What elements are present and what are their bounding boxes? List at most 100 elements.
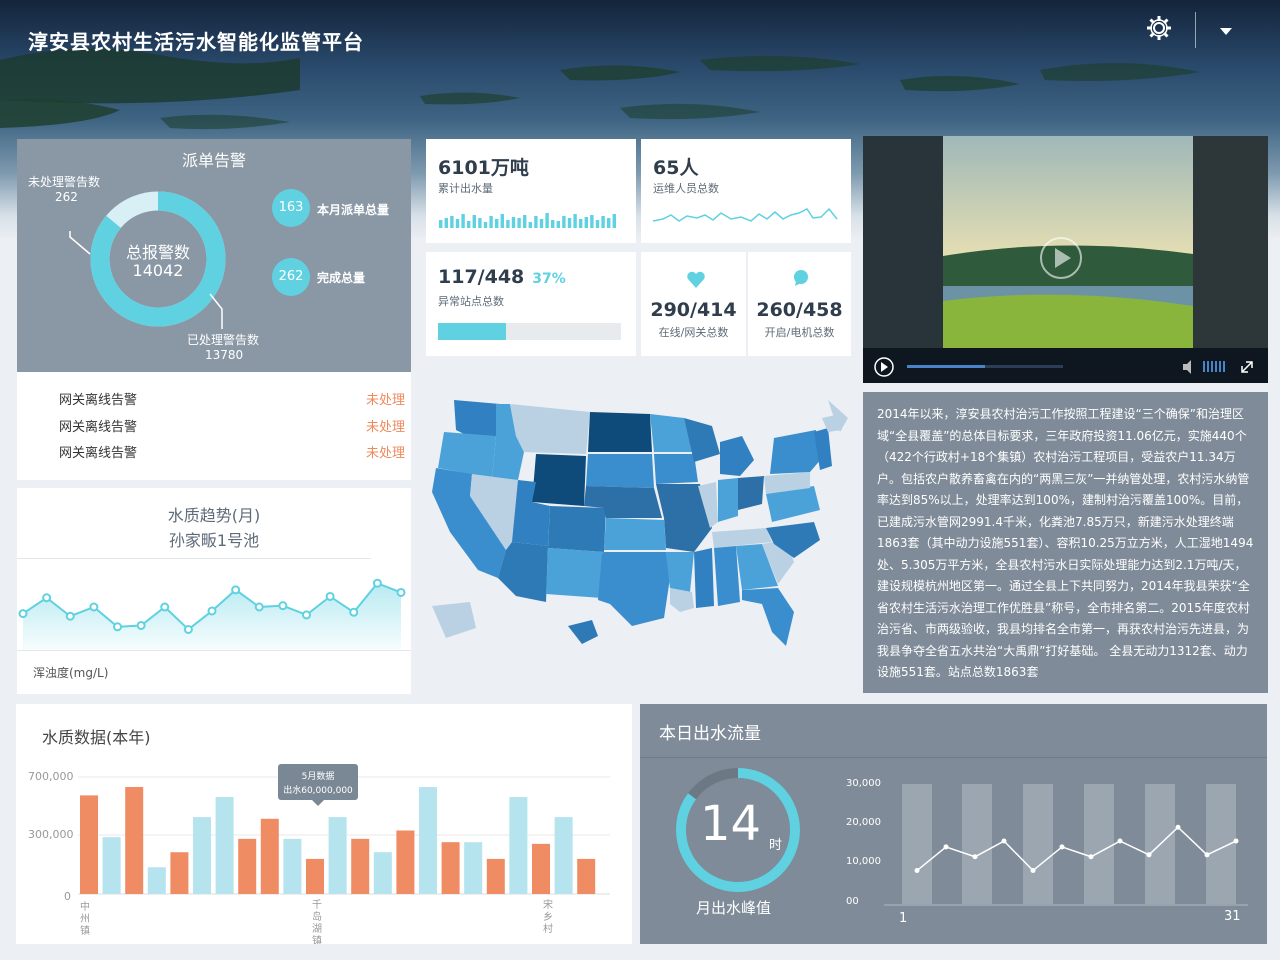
abnormal-card: 117/448 37% 异常站点总数 [426,252,636,356]
output-spark-bar [450,216,454,228]
map-state[interactable] [598,552,670,626]
quality-bar-orange [577,858,596,894]
list-item[interactable]: 网关离线告警 未处理 [59,416,405,435]
flow-point [1001,838,1007,844]
map-state[interactable] [548,506,606,552]
gear-icon[interactable] [1145,14,1173,46]
trend-point [18,609,28,619]
output-spark-bar [579,219,583,228]
quality-bar-orange [125,787,144,894]
quality-bar-blue [147,867,166,894]
map-state[interactable] [546,548,604,598]
list-item[interactable]: 网关离线告警 未处理 [59,442,405,461]
map-state[interactable] [654,454,698,484]
alert-list: 网关离线告警 未处理 网关离线告警 未处理 网关离线告警 未处理 [17,372,411,480]
abnormal-progress-track [438,323,621,340]
usa-choropleth-map[interactable] [422,382,862,672]
output-spark-bar [461,214,465,228]
trend-point [65,611,75,621]
map-state[interactable] [510,404,590,454]
trend-point [113,622,122,632]
map-state[interactable] [586,454,654,488]
completed-label: 完成总量 [317,271,366,285]
trend-point [325,591,335,601]
flow-point [1146,852,1152,858]
chat-icon [794,270,808,286]
quality-bar-blue [464,842,483,894]
flow-line-chart[interactable] [640,704,1267,944]
output-spark-bar [590,215,594,228]
map-state[interactable] [588,412,652,452]
flow-point [1233,838,1239,844]
quality-bar-blue [102,837,121,894]
unprocessed-label: 未处理警告数 [28,175,101,189]
motor-card: 260/458 开启/电机总数 [748,252,851,356]
video-frame [863,136,1268,383]
quality-bar-blue [419,787,437,894]
trend-point [254,602,264,612]
flow-point [972,854,978,860]
flow-x-start: 1 [899,911,908,926]
tooltip-line-2: 出水60,000,000 [283,786,353,796]
caret-down-icon[interactable] [1218,22,1234,41]
abnormal-value: 117/448 [438,266,525,288]
flow-point [1059,844,1065,850]
quality-bar-blue [328,817,347,894]
online-card: 290/414 在线/网关总数 [641,252,746,356]
unprocessed-value: 262 [55,190,78,204]
output-spark-bar [556,221,560,228]
output-spark-bar [523,215,527,228]
map-state[interactable] [742,588,794,646]
output-spark-bar [439,220,443,228]
map-state[interactable] [770,430,822,474]
alert-name: 网关离线告警 [59,393,138,408]
output-spark-bar [489,216,493,228]
map-state[interactable] [738,476,764,510]
output-card: 6101万吨 累计出水量 [426,139,636,243]
output-spark-bar [495,219,499,228]
alert-name: 网关离线告警 [59,446,138,461]
video-window-right [1193,136,1268,366]
trend-point [302,610,311,620]
quality-bar-blue [283,838,302,894]
quality-bar-blue [215,797,234,894]
quality-bar-orange [80,795,98,894]
map-state[interactable] [694,548,714,608]
map-state[interactable] [432,602,476,638]
quality-bar-blue [509,797,528,894]
processed-value: 13780 [205,348,244,362]
page-title: 淳安县农村生活污水智能化监管平台 [28,30,364,54]
quality-bar-blue [373,852,392,894]
trend-baseline [17,650,411,651]
quality-bar-orange [260,818,279,894]
quality-bar-orange [351,838,370,894]
alert-status: 未处理 [365,393,405,408]
video-player[interactable] [863,136,1268,383]
flow-point [1030,868,1036,874]
quality-bar-blue [554,817,573,894]
output-spark-bar [612,214,616,228]
map-state[interactable] [568,620,598,644]
map-state[interactable] [532,454,586,506]
total-alarm-label: 总报警数 [125,243,190,262]
online-label: 在线/网关总数 [658,326,729,339]
water-quality-panel: 水质数据(本年) 700,000 300,000 0 5月数据 出水60,000… [16,704,632,944]
map-state[interactable] [720,436,754,476]
output-spark-bar [595,220,600,228]
daily-outflow-panel: 本日出水流量 14 时 月出水峰值 30,000 20,000 10,000 0… [640,704,1267,944]
quality-bar-orange [486,858,505,894]
map-state[interactable] [454,400,500,438]
flow-column-band [902,784,932,904]
video-progress-fill [907,365,985,368]
map-state[interactable] [604,518,666,550]
map-state[interactable] [718,478,738,522]
staff-sparkline-path [652,207,838,222]
list-item[interactable]: 网关离线告警 未处理 [59,389,405,408]
trend-point [160,602,170,612]
trend-point [231,585,241,595]
map-state[interactable] [670,588,694,612]
output-sparkbars [439,213,616,228]
map-state[interactable] [714,546,740,606]
output-spark-bar [545,213,549,228]
map-state[interactable] [666,552,694,592]
